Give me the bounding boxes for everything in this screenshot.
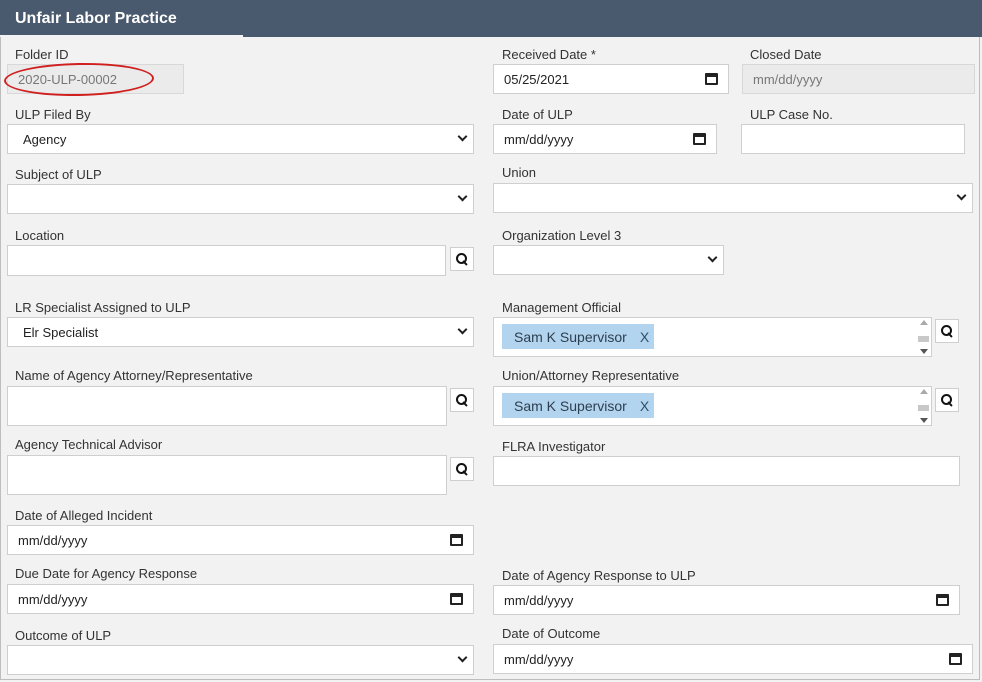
due-date-agency-response-label: Due Date for Agency Response bbox=[15, 566, 198, 581]
date-of-ulp-label: Date of ULP bbox=[502, 107, 573, 122]
date-alleged-incident-label: Date of Alleged Incident bbox=[15, 508, 153, 523]
closed-date-value: mm/dd/yyyy bbox=[753, 71, 823, 87]
subject-of-ulp-select[interactable] bbox=[7, 184, 474, 214]
selected-tag: Sam K Supervisor X bbox=[502, 393, 655, 418]
flra-investigator-label: FLRA Investigator bbox=[502, 439, 606, 454]
search-icon bbox=[941, 394, 953, 406]
chevron-down-icon bbox=[457, 652, 468, 663]
due-date-agency-response-value: mm/dd/yyyy bbox=[18, 591, 88, 607]
ulp-case-no-input[interactable] bbox=[741, 124, 965, 154]
org-level-3-label: Organization Level 3 bbox=[502, 228, 622, 243]
chevron-down-icon bbox=[457, 191, 468, 202]
tag-label: Sam K Supervisor bbox=[514, 328, 627, 345]
received-date-input[interactable]: 05/25/2021 bbox=[493, 64, 729, 94]
location-label: Location bbox=[15, 228, 65, 243]
scroll-thumb[interactable] bbox=[918, 405, 929, 411]
ulp-filed-by-value: Agency bbox=[23, 131, 67, 147]
outcome-of-ulp-label: Outcome of ULP bbox=[15, 628, 112, 643]
management-official-search-button[interactable] bbox=[935, 319, 959, 343]
selected-tag: Sam K Supervisor X bbox=[502, 324, 655, 349]
search-icon bbox=[941, 325, 953, 337]
outcome-of-ulp-select[interactable] bbox=[7, 645, 474, 675]
lr-specialist-label: LR Specialist Assigned to ULP bbox=[15, 300, 191, 315]
folder-id-label: Folder ID bbox=[15, 47, 69, 62]
agency-attorney-field[interactable] bbox=[7, 386, 447, 426]
closed-date-input: mm/dd/yyyy bbox=[742, 64, 975, 94]
date-of-outcome-label: Date of Outcome bbox=[502, 626, 601, 641]
union-label: Union bbox=[502, 165, 536, 180]
agency-attorney-label: Name of Agency Attorney/Representative bbox=[15, 368, 253, 383]
lr-specialist-value: Elr Specialist bbox=[23, 324, 99, 340]
date-of-outcome-input[interactable]: mm/dd/yyyy bbox=[493, 644, 973, 674]
lr-specialist-select[interactable]: Elr Specialist bbox=[7, 317, 474, 347]
date-of-ulp-value: mm/dd/yyyy bbox=[504, 131, 574, 147]
agency-tech-advisor-search-button[interactable] bbox=[450, 457, 474, 481]
date-of-ulp-input[interactable]: mm/dd/yyyy bbox=[493, 124, 717, 154]
scroll-down-icon[interactable] bbox=[920, 349, 928, 354]
agency-tech-advisor-label: Agency Technical Advisor bbox=[15, 437, 163, 452]
date-agency-response-input[interactable]: mm/dd/yyyy bbox=[493, 585, 960, 615]
agency-tech-advisor-field[interactable] bbox=[7, 455, 447, 495]
union-attorney-label: Union/Attorney Representative bbox=[502, 368, 680, 383]
search-icon bbox=[456, 253, 468, 265]
tag-label: Sam K Supervisor bbox=[514, 397, 627, 414]
date-of-outcome-value: mm/dd/yyyy bbox=[504, 651, 574, 667]
flra-investigator-input[interactable] bbox=[493, 456, 960, 486]
union-attorney-search-button[interactable] bbox=[935, 388, 959, 412]
location-search-button[interactable] bbox=[450, 247, 474, 271]
calendar-icon[interactable] bbox=[450, 534, 463, 546]
management-official-field[interactable]: Sam K Supervisor X bbox=[493, 317, 932, 357]
scrollbar[interactable] bbox=[917, 320, 929, 354]
calendar-icon[interactable] bbox=[936, 594, 949, 606]
scrollbar[interactable] bbox=[917, 389, 929, 423]
header-tab-indicator bbox=[0, 35, 243, 37]
scroll-down-icon[interactable] bbox=[920, 418, 928, 423]
tag-remove-button[interactable]: X bbox=[635, 393, 654, 418]
subject-of-ulp-label: Subject of ULP bbox=[15, 167, 102, 182]
union-attorney-field[interactable]: Sam K Supervisor X bbox=[493, 386, 932, 426]
search-icon bbox=[456, 463, 468, 475]
ulp-filed-by-label: ULP Filed By bbox=[15, 107, 91, 122]
date-alleged-incident-input[interactable]: mm/dd/yyyy bbox=[7, 525, 474, 555]
chevron-down-icon bbox=[457, 131, 468, 142]
calendar-icon[interactable] bbox=[705, 73, 718, 85]
union-select[interactable] bbox=[493, 183, 973, 213]
ulp-filed-by-select[interactable]: Agency bbox=[7, 124, 474, 154]
section-title: Unfair Labor Practice bbox=[15, 10, 177, 27]
closed-date-label: Closed Date bbox=[750, 47, 822, 62]
date-agency-response-label: Date of Agency Response to ULP bbox=[502, 568, 696, 583]
chevron-down-icon bbox=[457, 324, 468, 335]
org-level-3-select[interactable] bbox=[493, 245, 724, 275]
chevron-down-icon bbox=[956, 190, 967, 201]
calendar-icon[interactable] bbox=[949, 653, 962, 665]
section-header: Unfair Labor Practice bbox=[0, 0, 982, 37]
date-alleged-incident-value: mm/dd/yyyy bbox=[18, 532, 88, 548]
scroll-up-icon[interactable] bbox=[920, 320, 928, 325]
search-icon bbox=[456, 394, 468, 406]
location-input[interactable] bbox=[7, 245, 446, 276]
management-official-label: Management Official bbox=[502, 300, 621, 315]
chevron-down-icon bbox=[707, 252, 718, 263]
due-date-agency-response-input[interactable]: mm/dd/yyyy bbox=[7, 584, 474, 614]
ulp-case-no-label: ULP Case No. bbox=[750, 107, 833, 122]
received-date-label: Received Date * bbox=[502, 47, 596, 62]
calendar-icon[interactable] bbox=[450, 593, 463, 605]
date-agency-response-value: mm/dd/yyyy bbox=[504, 592, 574, 608]
scroll-thumb[interactable] bbox=[918, 336, 929, 342]
calendar-icon[interactable] bbox=[693, 133, 706, 145]
scroll-up-icon[interactable] bbox=[920, 389, 928, 394]
received-date-value: 05/25/2021 bbox=[504, 71, 570, 87]
agency-attorney-search-button[interactable] bbox=[450, 388, 474, 412]
tag-remove-button[interactable]: X bbox=[635, 324, 654, 349]
